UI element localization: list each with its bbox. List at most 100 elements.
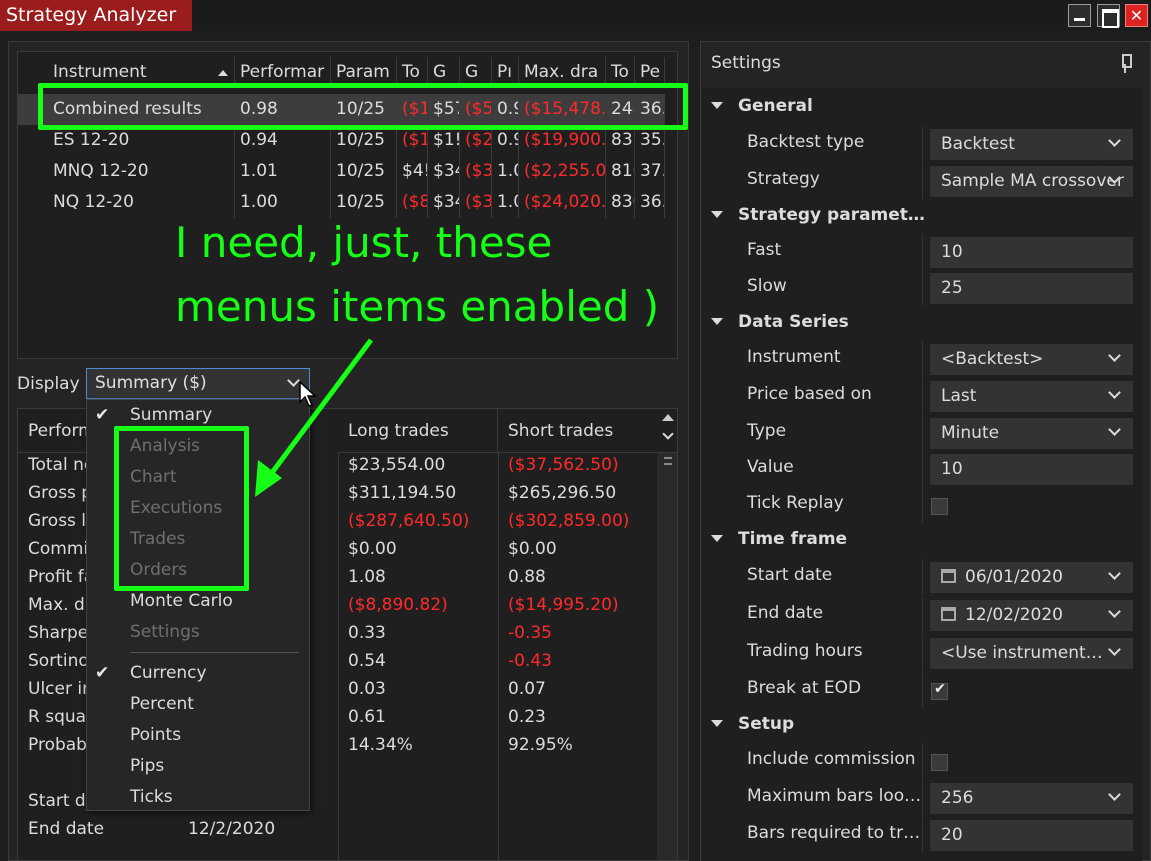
divider [922, 378, 923, 414]
price-based-on-select[interactable]: Last [930, 381, 1133, 412]
cell-long: 14.34% [348, 735, 413, 755]
col-long-trades[interactable]: Long trades [338, 409, 498, 453]
cell-long: 1.08 [348, 567, 386, 587]
instrument-select[interactable]: <Backtest> [930, 344, 1133, 375]
tick-replay-checkbox[interactable] [931, 498, 948, 515]
window-title: Strategy Analyzer [0, 0, 192, 31]
category-strategy-parameters[interactable]: Strategy paramet… [738, 205, 925, 225]
menu-item-points[interactable]: Points [130, 720, 181, 751]
scroll-up-icon[interactable] [662, 414, 674, 421]
bars-required-input[interactable]: 20 [930, 820, 1133, 851]
menu-item-percent[interactable]: Percent [130, 689, 194, 720]
close-button[interactable] [1125, 4, 1148, 27]
row-label: Gross p [28, 483, 93, 503]
col-short-trades[interactable]: Short trades [498, 409, 677, 453]
backtest-type-value: Backtest [941, 134, 1015, 154]
strategy-value: Sample MA crossover [941, 171, 1124, 191]
cell-short: $0.00 [508, 539, 557, 559]
price-based-on-value: Last [941, 386, 977, 406]
result-row-mnq[interactable]: MNQ 12-20 1.01 10/25 $4! $34 ($3 1.0 ($2… [18, 156, 665, 187]
cell-short: ($14,995.20) [508, 595, 619, 615]
menu-item-pips[interactable]: Pips [130, 751, 164, 782]
settings-title: Settings [711, 53, 781, 73]
divider [922, 780, 923, 816]
row-label: Sortino [28, 651, 89, 671]
settings-body: General Backtest type Backtest Strategy … [701, 88, 1142, 861]
cell-instrument: MNQ 12-20 [18, 156, 235, 187]
backtest-type-label: Backtest type [747, 132, 865, 152]
divider [922, 597, 923, 633]
include-commission-checkbox[interactable] [931, 754, 948, 771]
end-date-picker[interactable]: 12/02/2020 [930, 600, 1133, 631]
value-input[interactable]: 10 [930, 454, 1133, 485]
cell-short: 92.95% [508, 735, 573, 755]
row-label: Sharpe [28, 623, 89, 643]
divider [922, 234, 923, 270]
maximum-bars-lookback-select[interactable]: 256 [930, 783, 1133, 814]
display-label: Display [17, 374, 80, 394]
chevron-down-icon [1108, 643, 1121, 656]
cell-long: ($8,890.82) [348, 595, 448, 615]
cell-max-drawdown: ($2,255.0 [519, 156, 606, 187]
instrument-value: <Backtest> [941, 349, 1044, 369]
slow-input[interactable]: 25 [930, 273, 1133, 304]
value-label: Value [747, 457, 794, 477]
strategy-select[interactable]: Sample MA crossover [930, 166, 1133, 197]
cell-short: 0.23 [508, 707, 546, 727]
collapse-icon[interactable] [711, 720, 723, 727]
backtest-type-select[interactable]: Backtest [930, 129, 1133, 160]
settings-panel: Settings General Backtest type Backtest … [700, 41, 1151, 861]
row-label: Gross l [28, 511, 87, 531]
collapse-icon[interactable] [711, 102, 723, 109]
calendar-icon [941, 569, 956, 583]
scrollbar-thumb[interactable] [664, 457, 672, 465]
menu-item-settings[interactable]: Settings [130, 617, 200, 648]
chevron-down-icon [1108, 567, 1121, 580]
end-date-label: End date [747, 603, 824, 623]
divider [922, 126, 923, 162]
menu-separator [130, 652, 299, 653]
minimize-button[interactable] [1068, 4, 1091, 27]
category-time-frame[interactable]: Time frame [738, 529, 847, 549]
break-at-eod-checkbox[interactable]: ✔ [931, 681, 948, 700]
fast-input[interactable]: 10 [930, 237, 1133, 268]
type-select[interactable]: Minute [930, 418, 1133, 449]
start-date-label: Start date [747, 565, 833, 585]
maximize-button[interactable] [1097, 4, 1120, 28]
divider [922, 341, 923, 377]
maximum-bars-lookback-value: 256 [941, 788, 974, 808]
highlight-box-combined-row [38, 83, 688, 130]
cell-short: -0.35 [508, 623, 552, 643]
collapse-icon[interactable] [711, 211, 723, 218]
menu-item-currency[interactable]: Currency [130, 658, 207, 689]
cell-performance: 1.01 [235, 156, 331, 187]
divider [922, 415, 923, 451]
start-date-picker[interactable]: 06/01/2020 [930, 562, 1133, 593]
chevron-down-icon [1108, 423, 1121, 436]
check-icon: ✔ [95, 663, 110, 683]
cell-long: 0.54 [348, 651, 386, 671]
collapse-icon[interactable] [711, 318, 723, 325]
chevron-down-icon [1108, 386, 1121, 399]
row-label: R squa [28, 707, 87, 727]
row-label: Probab [28, 735, 87, 755]
end-date-value: 12/02/2020 [965, 605, 1063, 625]
trading-hours-select[interactable]: <Use instrument… [930, 638, 1133, 669]
category-setup[interactable]: Setup [738, 714, 794, 734]
title-bar: Strategy Analyzer [0, 0, 1151, 31]
category-general[interactable]: General [738, 96, 813, 116]
pin-icon[interactable] [1120, 54, 1132, 74]
scrollbar[interactable] [657, 453, 677, 860]
menu-item-ticks[interactable]: Ticks [130, 782, 173, 813]
collapse-icon[interactable] [711, 535, 723, 542]
row-label: Profit fa [28, 567, 95, 587]
cell-gross-loss: ($3 [460, 156, 492, 187]
category-data-series[interactable]: Data Series [738, 312, 849, 332]
chevron-down-icon [1108, 788, 1121, 801]
slow-label: Slow [747, 276, 787, 296]
display-select[interactable]: Summary ($) [86, 368, 310, 399]
bars-required-label: Bars required to tr… [747, 823, 921, 843]
include-commission-label: Include commission [747, 749, 916, 769]
cell-short: ($302,859.00) [508, 511, 630, 531]
check-icon: ✔ [95, 405, 110, 425]
